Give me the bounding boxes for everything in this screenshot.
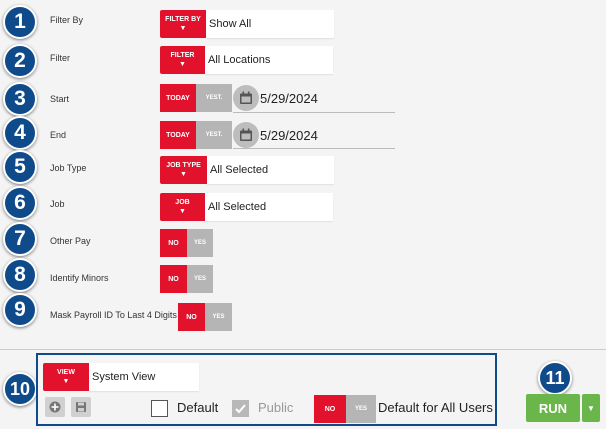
run-options-button[interactable]: ▼ — [582, 394, 600, 422]
default-label: Default — [177, 400, 219, 415]
identify-minors-label: Identify Minors — [50, 273, 109, 283]
default-all-users-no-button[interactable]: NO — [314, 395, 346, 423]
section-divider — [0, 349, 606, 350]
filter-label: Filter — [50, 53, 70, 63]
save-view-button[interactable] — [71, 397, 91, 417]
chevron-down-icon: ▼ — [587, 403, 595, 413]
step-badge-11: 11 — [538, 361, 572, 395]
calendar-icon — [240, 91, 252, 104]
start-calendar-button[interactable] — [233, 85, 259, 111]
start-date-input[interactable]: 5/29/2024 — [260, 91, 318, 106]
end-yesterday-button[interactable]: YEST. — [196, 121, 232, 149]
public-label: Public — [258, 400, 294, 415]
view-settings-panel: VIEW ▼ System View Default Public NO YES… — [36, 353, 497, 426]
end-label: End — [50, 130, 67, 140]
save-icon — [76, 402, 86, 412]
step-badge-10: 10 — [3, 372, 37, 406]
job-button[interactable]: JOB ▼ — [160, 193, 205, 221]
step-badge-6: 6 — [3, 186, 37, 220]
view-button[interactable]: VIEW ▼ — [43, 363, 89, 391]
other-pay-toggle[interactable]: NO YES — [160, 229, 213, 257]
default-all-users-yes-button[interactable]: YES — [346, 395, 376, 423]
default-checkbox[interactable] — [151, 400, 168, 417]
job-type-button[interactable]: JOB TYPE ▼ — [160, 156, 207, 184]
public-checkbox[interactable] — [232, 400, 249, 417]
job-type-button-label: JOB TYPE — [166, 162, 201, 169]
dropdown-caret-icon: ▼ — [180, 171, 187, 178]
identify-minors-no-button[interactable]: NO — [160, 265, 187, 293]
step-badge-4: 4 — [3, 116, 37, 150]
other-pay-yes-button[interactable]: YES — [187, 229, 213, 257]
other-pay-label: Other Pay — [50, 236, 91, 246]
calendar-icon — [240, 128, 252, 141]
identify-minors-toggle[interactable]: NO YES — [160, 265, 213, 293]
dropdown-caret-icon: ▼ — [179, 25, 187, 32]
other-pay-no-button[interactable]: NO — [160, 229, 187, 257]
check-icon — [235, 404, 246, 414]
step-badge-7: 7 — [3, 222, 37, 256]
mask-payroll-toggle[interactable]: NO YES — [178, 303, 232, 331]
end-quick-toggle[interactable]: TODAY YEST. — [160, 121, 232, 149]
filter-button[interactable]: FILTER ▼ — [160, 46, 205, 74]
start-quick-toggle[interactable]: TODAY YEST. — [160, 84, 232, 112]
step-badge-2: 2 — [3, 44, 37, 78]
step-badge-5: 5 — [3, 150, 37, 184]
start-today-button[interactable]: TODAY — [160, 84, 196, 112]
end-calendar-button[interactable] — [233, 122, 259, 148]
view-button-label: VIEW — [57, 369, 75, 376]
filter-button-label: FILTER — [170, 52, 195, 59]
plus-icon — [49, 401, 61, 413]
dropdown-caret-icon: ▼ — [179, 61, 186, 68]
job-button-label: JOB — [175, 199, 190, 206]
step-badge-3: 3 — [3, 82, 37, 116]
view-value[interactable]: System View — [89, 363, 199, 391]
run-button[interactable]: RUN — [526, 394, 580, 422]
mask-payroll-no-button[interactable]: NO — [178, 303, 205, 331]
filter-by-button-label: FILTER BY — [165, 16, 201, 23]
default-all-users-label: Default for All Users — [378, 400, 493, 415]
step-badge-8: 8 — [3, 258, 37, 292]
start-yesterday-button[interactable]: YEST. — [196, 84, 232, 112]
default-all-users-toggle[interactable]: NO YES — [314, 395, 376, 423]
job-value[interactable]: All Selected — [205, 193, 333, 221]
job-type-label: Job Type — [50, 163, 87, 173]
filter-by-value[interactable]: Show All — [206, 10, 334, 38]
start-label: Start — [50, 94, 70, 104]
mask-payroll-yes-button[interactable]: YES — [205, 303, 232, 331]
end-today-button[interactable]: TODAY — [160, 121, 196, 149]
job-type-value[interactable]: All Selected — [207, 156, 334, 184]
end-date-underline — [233, 148, 395, 149]
mask-payroll-label: Mask Payroll ID To Last 4 Digits — [50, 310, 177, 320]
end-date-input[interactable]: 5/29/2024 — [260, 128, 318, 143]
filter-by-button[interactable]: FILTER BY ▼ — [160, 10, 206, 38]
job-label: Job — [50, 199, 65, 209]
dropdown-caret-icon: ▼ — [62, 378, 70, 385]
filter-value[interactable]: All Locations — [205, 46, 333, 74]
add-view-button[interactable] — [45, 397, 65, 417]
start-date-underline — [233, 112, 395, 113]
step-badge-9: 9 — [3, 293, 37, 327]
dropdown-caret-icon: ▼ — [179, 208, 186, 215]
step-badge-1: 1 — [3, 5, 37, 39]
filter-by-label: Filter By — [50, 15, 84, 25]
identify-minors-yes-button[interactable]: YES — [187, 265, 213, 293]
